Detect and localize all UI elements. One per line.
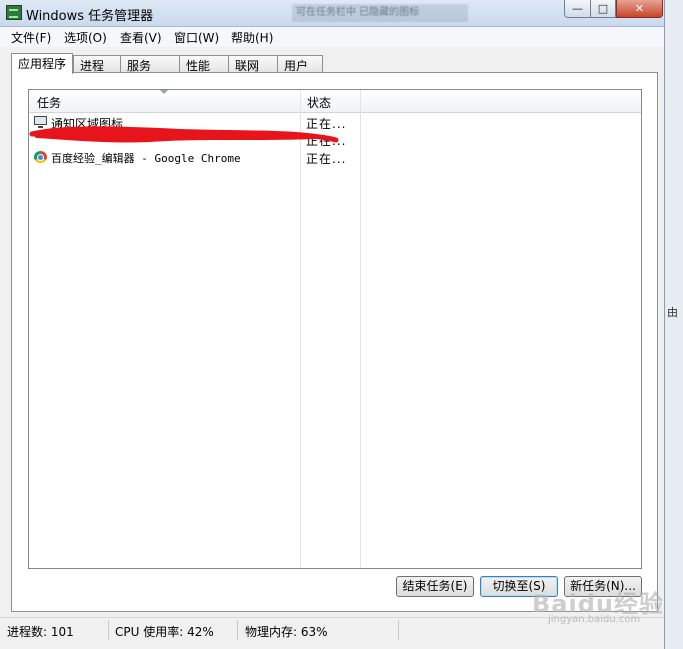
minimize-button[interactable]: —	[564, 0, 591, 18]
menu-bar: 文件(F) 选项(O) 查看(V) 窗口(W) 帮助(H)	[0, 27, 664, 47]
tab-services[interactable]: 服务	[120, 55, 180, 73]
column-header-task[interactable]: 任务	[37, 94, 61, 111]
background-window-text: 由	[667, 306, 678, 319]
chrome-icon	[34, 151, 47, 163]
task-manager-window: Windows 任务管理器 可在任务栏中 已隐藏的图标 — □ ✕ 文件(F) …	[0, 0, 665, 649]
red-redaction-scribble	[29, 126, 339, 143]
menu-windows[interactable]: 窗口(W)	[172, 29, 221, 46]
tab-processes[interactable]: 进程	[73, 55, 121, 73]
applications-panel: 任务 状态 通知区域图标 正在... 正在... 百度经验_编辑器 - Goog…	[11, 72, 658, 612]
tab-networking[interactable]: 联网	[228, 55, 278, 73]
maximize-button[interactable]: □	[590, 0, 616, 18]
background-window-edge	[665, 0, 683, 649]
end-task-button[interactable]: 结束任务(E)	[396, 576, 474, 597]
status-divider	[237, 620, 238, 640]
menu-help[interactable]: 帮助(H)	[229, 29, 275, 46]
menu-view[interactable]: 查看(V)	[118, 29, 164, 46]
task-status: 正在...	[306, 152, 347, 166]
title-bar[interactable]: Windows 任务管理器 可在任务栏中 已隐藏的图标 — □ ✕	[0, 0, 664, 27]
task-manager-icon	[6, 5, 22, 20]
task-name: 百度经验_编辑器 - Google Chrome	[51, 152, 241, 165]
task-list-header: 任务 状态	[29, 90, 641, 113]
column-header-status[interactable]: 状态	[307, 94, 331, 111]
status-divider	[108, 620, 109, 640]
window-title: Windows 任务管理器	[26, 9, 154, 24]
process-count: 进程数: 101	[7, 625, 74, 639]
blurred-background-text: 可在任务栏中 已隐藏的图标	[292, 4, 468, 22]
baidu-watermark-url: jingyan.baidu.com	[548, 614, 641, 625]
tab-performance[interactable]: 性能	[179, 55, 229, 73]
memory-usage: 物理内存: 63%	[245, 625, 328, 639]
tab-users[interactable]: 用户	[277, 55, 323, 73]
cpu-usage: CPU 使用率: 42%	[115, 625, 214, 639]
tab-applications[interactable]: 应用程序	[11, 53, 73, 74]
task-list[interactable]: 任务 状态 通知区域图标 正在... 正在... 百度经验_编辑器 - Goog…	[28, 89, 642, 569]
status-divider	[398, 620, 399, 640]
close-button[interactable]: ✕	[616, 0, 663, 18]
menu-file[interactable]: 文件(F)	[9, 29, 53, 46]
menu-options[interactable]: 选项(O)	[62, 29, 109, 46]
sort-arrow-icon	[160, 90, 168, 94]
